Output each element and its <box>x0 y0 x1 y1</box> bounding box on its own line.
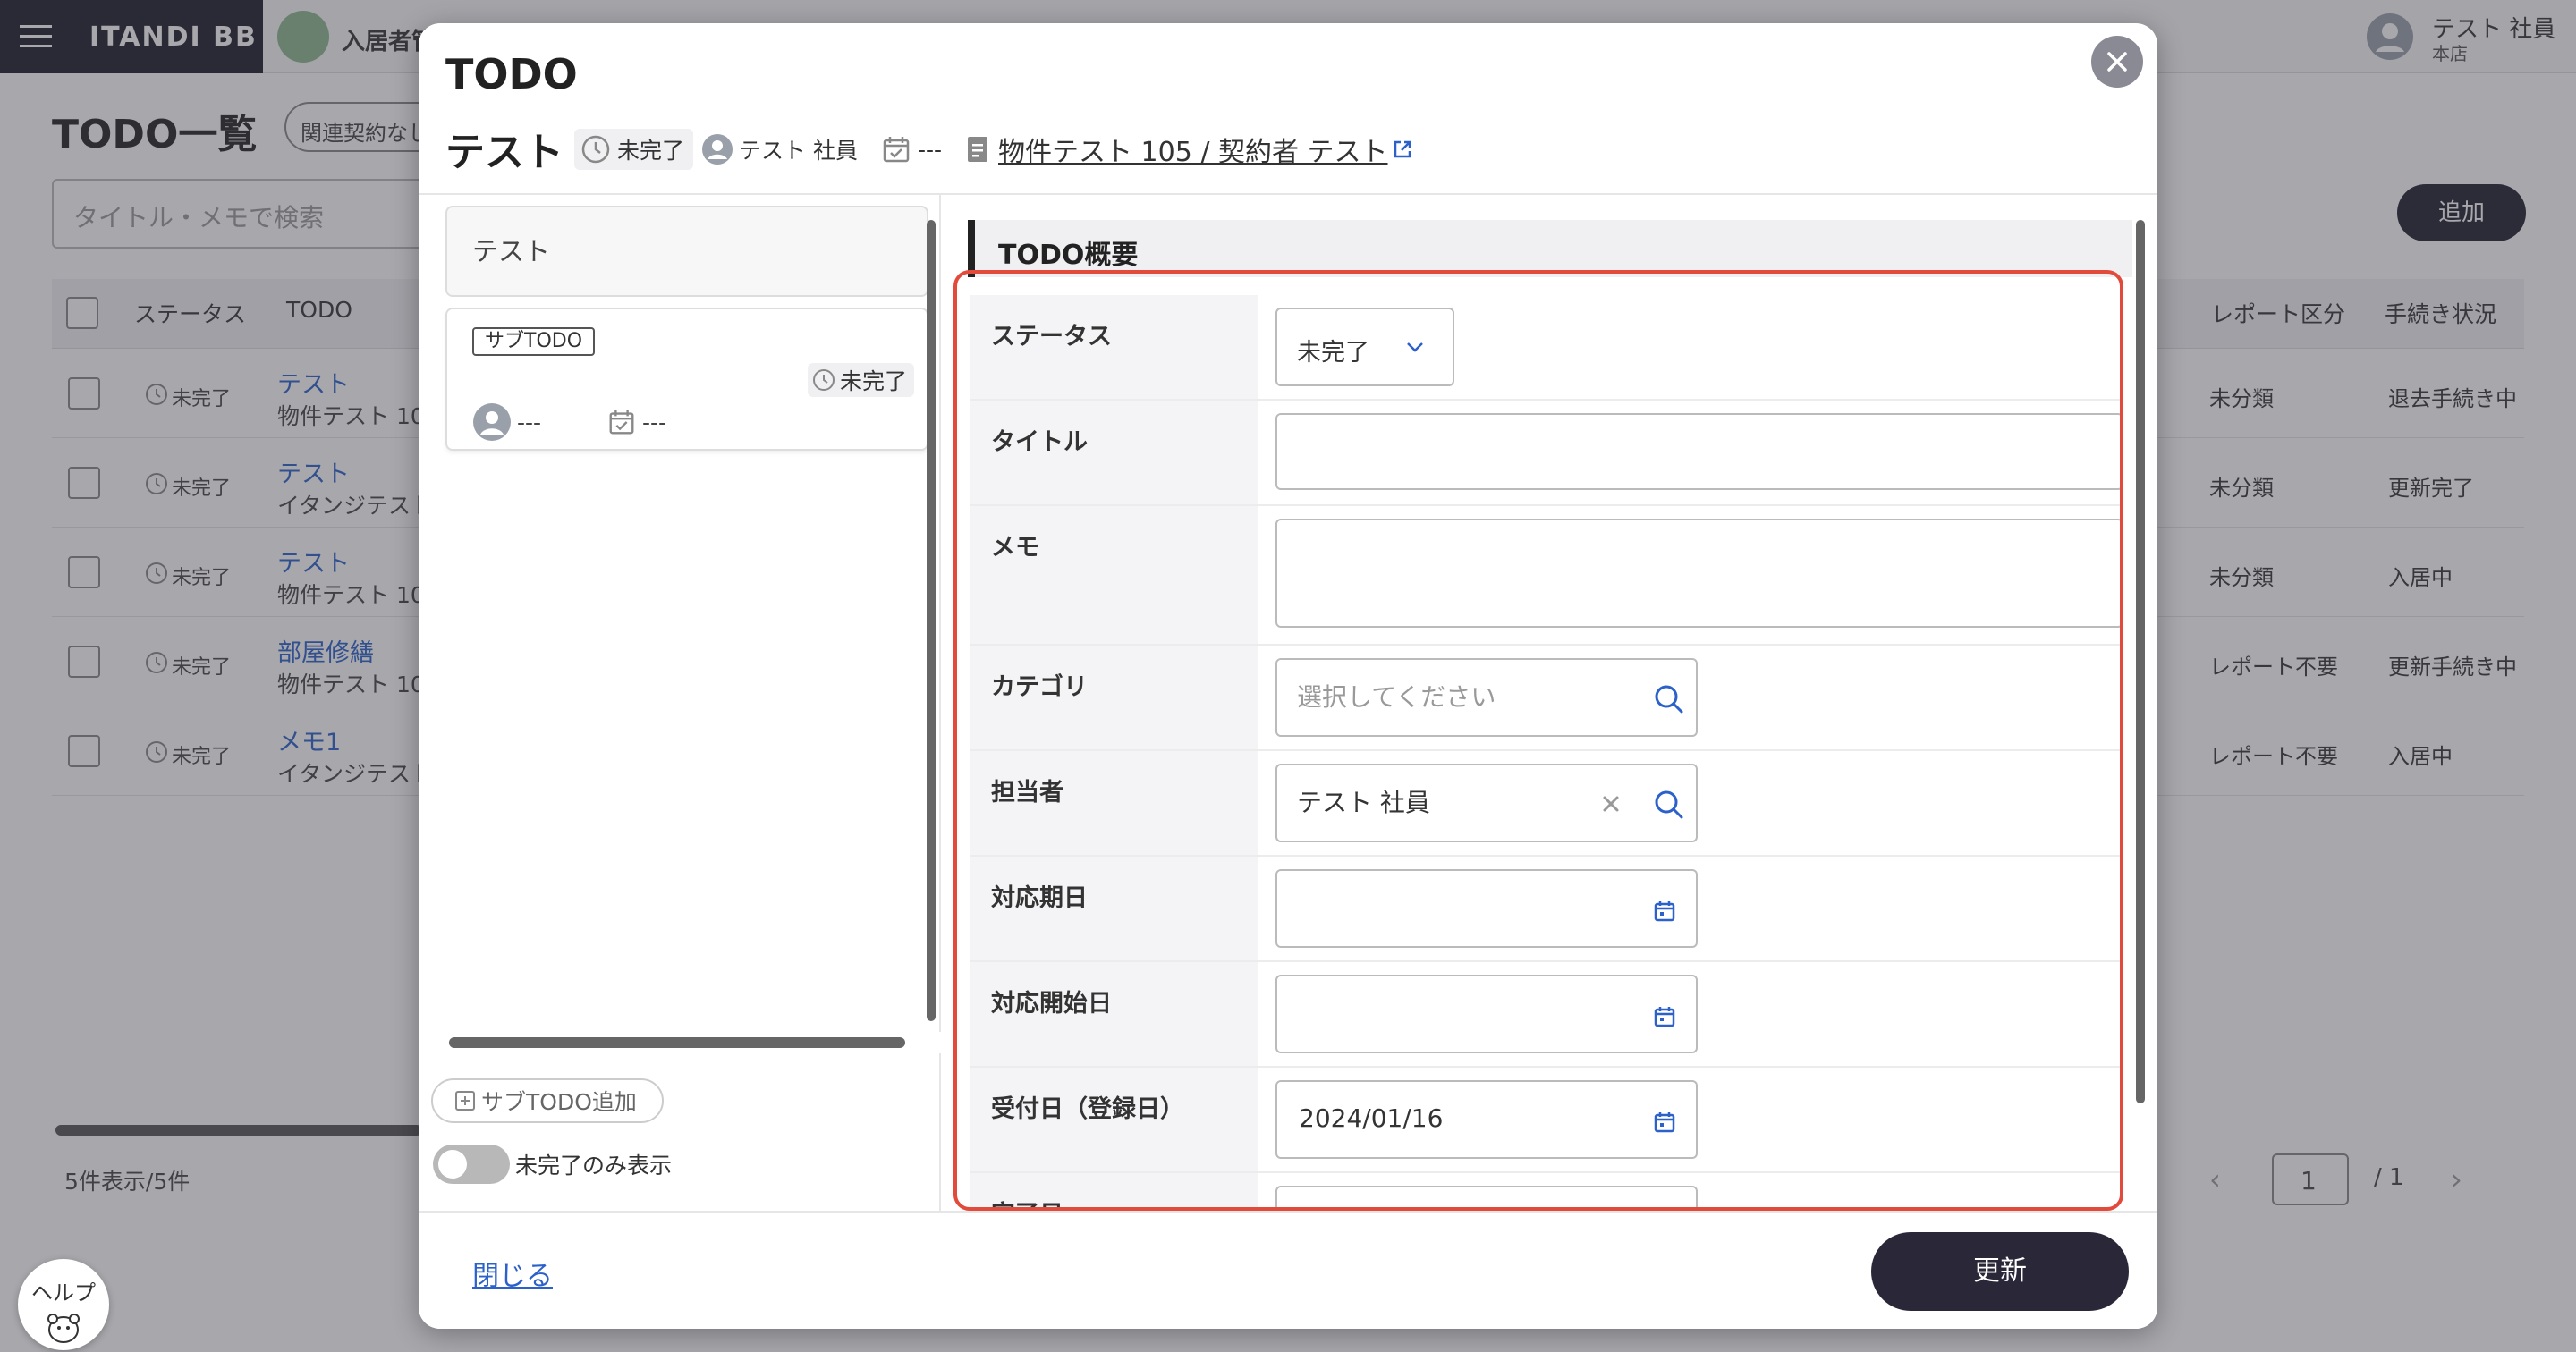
assignee-meta: テスト 社員 <box>701 129 858 170</box>
contract-link[interactable]: 物件テスト 105 / 契約者 テスト <box>998 130 1388 169</box>
plus-square-icon <box>455 1091 475 1111</box>
todo-list-panel: テスト サブTODO 未完了 --- --- <box>419 195 941 1032</box>
list-vertical-scrollbar[interactable] <box>927 220 936 1021</box>
todo-list-item[interactable]: テスト <box>445 206 928 297</box>
status-chip: 未完了 <box>574 129 694 170</box>
subtodo-status: 未完了 <box>807 363 914 397</box>
detail-vertical-scrollbar[interactable] <box>2136 220 2145 1103</box>
close-link[interactable]: 閉じる <box>472 1254 553 1293</box>
clock-icon <box>581 135 610 164</box>
assignee-meta-label: テスト 社員 <box>739 138 858 164</box>
todo-list-item-title: テスト <box>472 236 551 266</box>
calendar-check-icon <box>609 410 634 435</box>
modal-footer: 閉じる 更新 <box>419 1211 2157 1329</box>
update-button[interactable]: 更新 <box>1871 1232 2129 1311</box>
add-subtodo-label: サブTODO追加 <box>481 1089 637 1115</box>
due-meta: --- <box>880 129 942 170</box>
todo-modal: TODO テスト 未完了 テスト 社員 --- 物件テスト 105 / 契約者 … <box>419 23 2157 1329</box>
clock-icon <box>812 369 835 391</box>
add-subtodo-button[interactable]: サブTODO追加 <box>431 1078 664 1123</box>
subtodo-assignee: --- <box>472 402 541 442</box>
user-avatar-icon <box>473 403 511 441</box>
help-button[interactable]: ヘルプ <box>18 1259 109 1350</box>
subtodo-due: --- <box>606 402 666 442</box>
close-icon <box>2107 52 2127 72</box>
status-chip-label: 未完了 <box>617 138 685 164</box>
subtodo-status-label: 未完了 <box>839 368 907 394</box>
incomplete-only-label: 未完了のみ表示 <box>515 1153 673 1179</box>
todo-name: テスト <box>445 130 564 175</box>
mascot-icon <box>47 1314 80 1343</box>
section-header: TODO概要 <box>968 220 2132 277</box>
subtodo-tag: サブTODO <box>472 327 596 356</box>
toggle-knob <box>438 1150 467 1179</box>
contract-link-meta[interactable]: 物件テスト 105 / 契約者 テスト <box>961 129 1413 170</box>
external-link-icon <box>1394 140 1411 158</box>
section-title: TODO概要 <box>998 240 1139 271</box>
subtodo-due-label: --- <box>642 409 667 435</box>
list-horizontal-scrollbar[interactable] <box>449 1037 905 1048</box>
modal-heading: TODO <box>445 50 578 98</box>
subtodo-card[interactable]: サブTODO 未完了 --- --- <box>445 308 928 451</box>
incomplete-only-toggle[interactable] <box>433 1145 510 1184</box>
modal-close-button[interactable] <box>2091 36 2143 88</box>
calendar-check-icon <box>883 137 910 163</box>
help-label: ヘルプ <box>31 1280 96 1306</box>
document-icon <box>968 137 987 162</box>
user-avatar-icon <box>702 134 733 165</box>
subtodo-assignee-label: --- <box>517 409 542 435</box>
due-meta-label: --- <box>918 136 943 163</box>
highlight-box <box>953 270 2123 1211</box>
